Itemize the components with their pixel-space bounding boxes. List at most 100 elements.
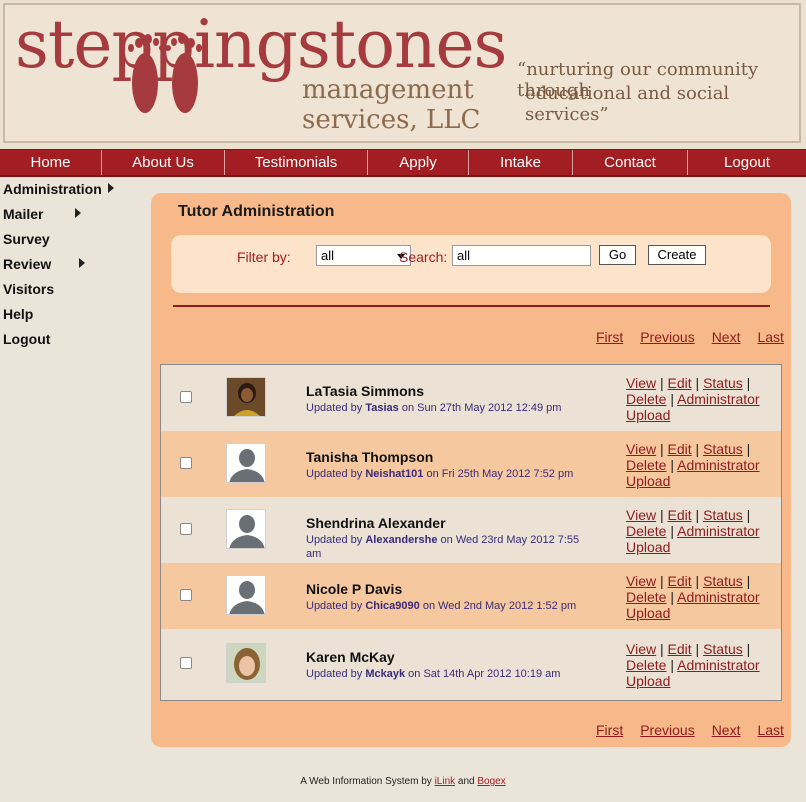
nav-contact[interactable]: Contact <box>573 150 688 175</box>
pager-last[interactable]: Last <box>757 329 783 345</box>
tutor-name: Shendrina Alexander <box>306 515 446 531</box>
updated-by-user: Neishat101 <box>365 468 424 480</box>
logo-subtitle-management: management <box>302 75 474 105</box>
status-link[interactable]: Status <box>703 375 743 391</box>
administrator-link[interactable]: Administrator <box>677 657 759 673</box>
nav-testimonials[interactable]: Testimonials <box>225 150 368 175</box>
chevron-right-icon <box>108 183 114 193</box>
sidebar-item-mailer[interactable]: Mailer <box>0 205 140 230</box>
site-header: steppingstones management services, LLC … <box>0 0 806 149</box>
pager-first[interactable]: First <box>596 722 623 738</box>
row-checkbox[interactable] <box>180 589 192 601</box>
filter-select[interactable]: all <box>316 245 411 266</box>
main-nav: Home About Us Testimonials Apply Intake … <box>0 149 806 177</box>
updated-info: Updated by Alexandershe on Wed 23rd May … <box>306 534 580 560</box>
edit-link[interactable]: Edit <box>668 375 692 391</box>
search-input[interactable]: all <box>452 245 591 266</box>
create-button[interactable]: Create <box>648 245 706 265</box>
bogex-link[interactable]: Bogex <box>477 776 505 787</box>
tutor-list: LaTasia Simmons Updated by Tasias on Sun… <box>160 364 782 701</box>
delete-link[interactable]: Delete <box>626 523 666 539</box>
tutor-admin-panel: Tutor Administration Filter by: all Sear… <box>151 193 791 747</box>
status-link[interactable]: Status <box>703 573 743 589</box>
nav-intake[interactable]: Intake <box>469 150 573 175</box>
pager-previous[interactable]: Previous <box>640 329 694 345</box>
updated-by-user: Mckayk <box>365 668 406 680</box>
table-row: Tanisha Thompson Updated by Neishat101 o… <box>161 431 781 497</box>
view-link[interactable]: View <box>626 441 656 457</box>
sidebar-item-logout[interactable]: Logout <box>0 330 140 355</box>
status-link[interactable]: Status <box>703 441 743 457</box>
pager-previous[interactable]: Previous <box>640 722 694 738</box>
updated-by-user: Tasias <box>365 402 399 414</box>
avatar <box>226 377 266 417</box>
sidebar-item-label: Survey <box>3 231 50 247</box>
updated-info: Updated by Chica9090 on Wed 2nd May 2012… <box>306 600 577 612</box>
pager-next[interactable]: Next <box>712 722 741 738</box>
row-actions: View | Edit | Status | Delete | Administ… <box>626 507 760 555</box>
administrator-link[interactable]: Administrator <box>677 589 759 605</box>
sidebar-item-survey[interactable]: Survey <box>0 230 140 255</box>
pager-top: First Previous Next Last <box>596 329 784 345</box>
delete-link[interactable]: Delete <box>626 589 666 605</box>
nav-home[interactable]: Home <box>0 150 102 175</box>
nav-logout[interactable]: Logout <box>688 150 806 175</box>
tutor-name: LaTasia Simmons <box>306 383 425 399</box>
upload-link[interactable]: Upload <box>626 605 670 621</box>
edit-link[interactable]: Edit <box>668 441 692 457</box>
view-link[interactable]: View <box>626 507 656 523</box>
footer: A Web Information System by iLink and Bo… <box>300 776 506 787</box>
sidebar-item-review[interactable]: Review <box>0 255 140 280</box>
view-link[interactable]: View <box>626 375 656 391</box>
delete-link[interactable]: Delete <box>626 657 666 673</box>
administrator-link[interactable]: Administrator <box>677 391 759 407</box>
sidebar-item-help[interactable]: Help <box>0 305 140 330</box>
upload-link[interactable]: Upload <box>626 539 670 555</box>
status-link[interactable]: Status <box>703 641 743 657</box>
delete-link[interactable]: Delete <box>626 391 666 407</box>
row-checkbox[interactable] <box>180 391 192 403</box>
nav-apply[interactable]: Apply <box>368 150 469 175</box>
view-link[interactable]: View <box>626 573 656 589</box>
person-photo-icon <box>227 378 265 416</box>
filter-bar: Filter by: all Search: all Go Create <box>171 235 771 293</box>
filter-label: Filter by: <box>237 249 291 265</box>
upload-link[interactable]: Upload <box>626 673 670 689</box>
default-user-icon <box>227 510 265 548</box>
footprints-logo-icon <box>128 34 202 113</box>
logo-subtitle-services: services, LLC <box>302 105 481 135</box>
delete-link[interactable]: Delete <box>626 457 666 473</box>
row-checkbox[interactable] <box>180 523 192 535</box>
pager-last[interactable]: Last <box>757 722 783 738</box>
administrator-link[interactable]: Administrator <box>677 457 759 473</box>
edit-link[interactable]: Edit <box>668 507 692 523</box>
status-link[interactable]: Status <box>703 507 743 523</box>
divider <box>173 305 770 307</box>
row-checkbox[interactable] <box>180 657 192 669</box>
row-actions: View | Edit | Status | Delete | Administ… <box>626 573 760 621</box>
pager-next[interactable]: Next <box>712 329 741 345</box>
edit-link[interactable]: Edit <box>668 641 692 657</box>
updated-by-user: Chica9090 <box>365 600 420 612</box>
upload-link[interactable]: Upload <box>626 407 670 423</box>
default-user-icon <box>227 444 265 482</box>
chevron-right-icon <box>75 208 81 218</box>
updated-info: Updated by Mckayk on Sat 14th Apr 2012 1… <box>306 668 561 680</box>
default-user-icon <box>227 576 265 614</box>
go-button[interactable]: Go <box>599 245 636 265</box>
sidebar-item-administration[interactable]: Administration <box>0 180 140 205</box>
edit-link[interactable]: Edit <box>668 573 692 589</box>
row-checkbox[interactable] <box>180 457 192 469</box>
logo-wordmark[interactable]: steppingstones <box>15 5 507 85</box>
ilink-link[interactable]: iLink <box>435 776 456 787</box>
nav-about-us[interactable]: About Us <box>102 150 225 175</box>
sidebar-item-visitors[interactable]: Visitors <box>0 280 140 305</box>
page-title: Tutor Administration <box>178 203 335 220</box>
updated-info: Updated by Neishat101 on Fri 25th May 20… <box>306 468 574 480</box>
person-photo-icon <box>227 644 265 682</box>
pager-first[interactable]: First <box>596 329 623 345</box>
upload-link[interactable]: Upload <box>626 473 670 489</box>
view-link[interactable]: View <box>626 641 656 657</box>
administrator-link[interactable]: Administrator <box>677 523 759 539</box>
chevron-right-icon <box>79 258 85 268</box>
